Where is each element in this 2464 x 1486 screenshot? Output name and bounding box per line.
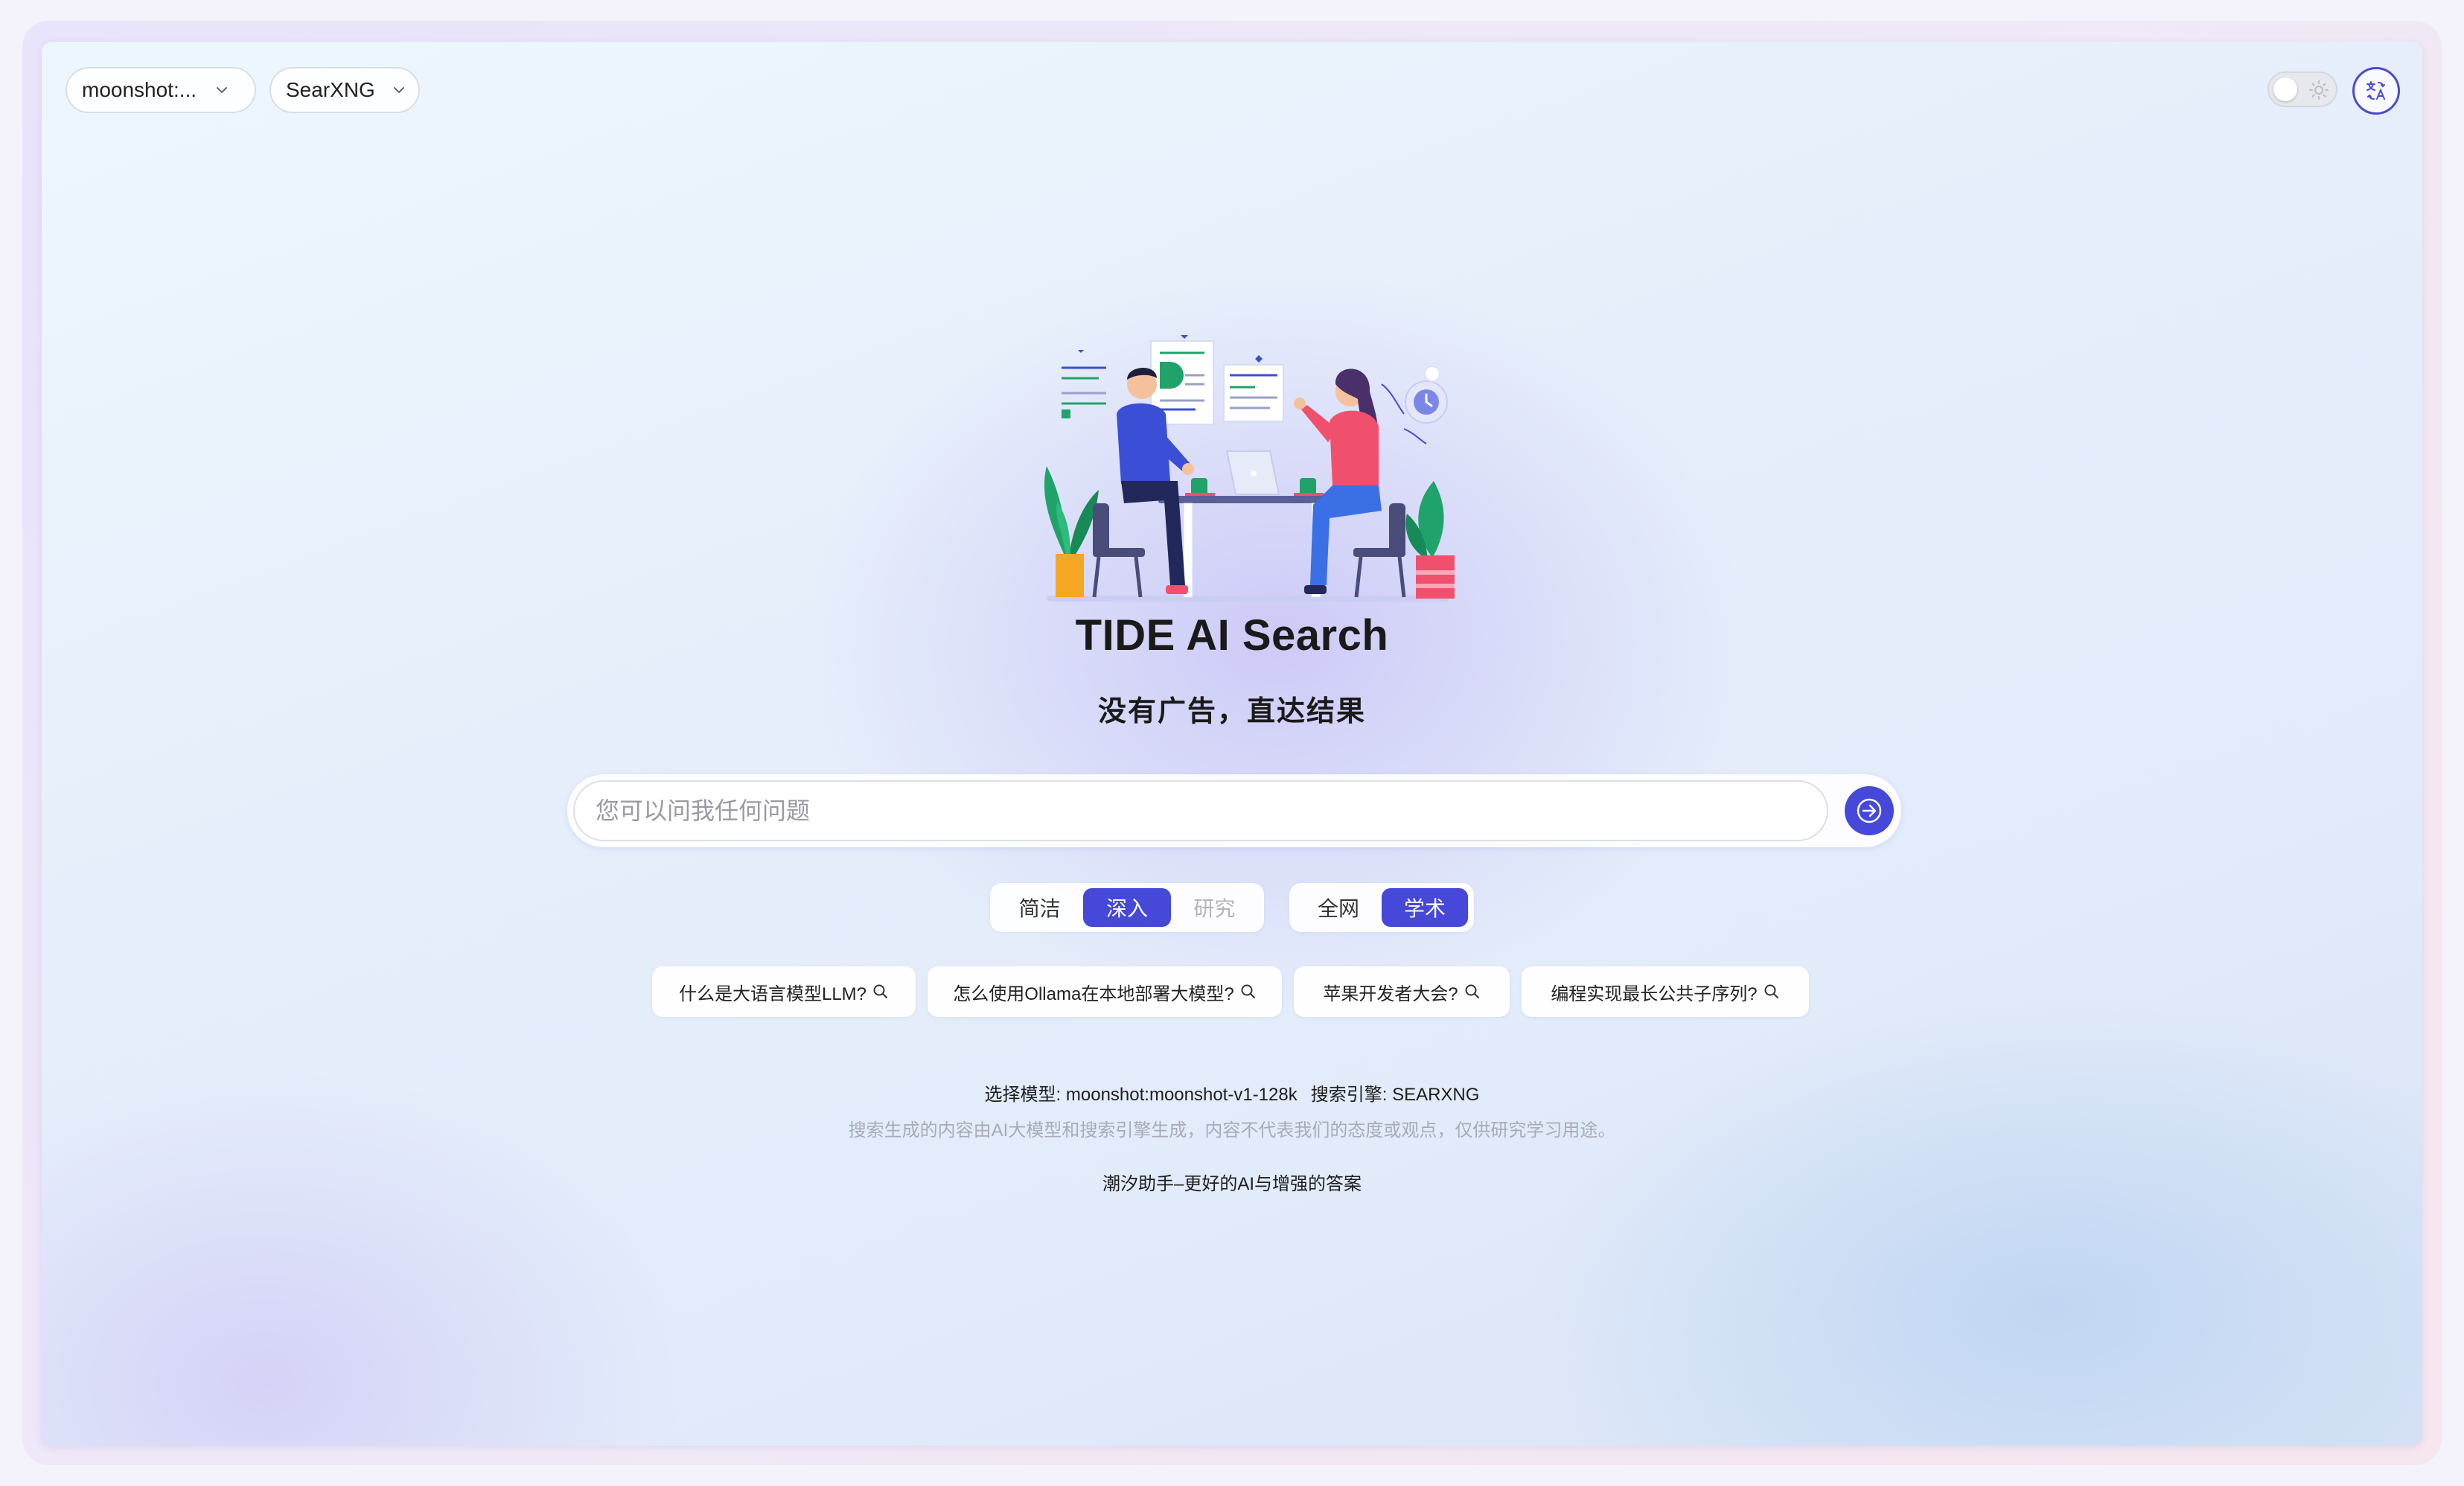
chevron-down-icon [392, 81, 406, 99]
search-icon [1465, 984, 1479, 998]
model-info: 选择模型: moonshot:moonshot-v1-128k [984, 1085, 1298, 1105]
suggestion-text: 苹果开发者大会? [1323, 983, 1458, 1004]
suggestion-chip[interactable]: 苹果开发者大会? [1294, 966, 1510, 1017]
theme-toggle[interactable] [2267, 71, 2337, 107]
model-select-value: moonshot:... [82, 78, 197, 101]
clock-icon [1381, 366, 1448, 444]
mode-option-concise[interactable]: 简洁 [996, 888, 1083, 927]
chair-right [1353, 503, 1406, 598]
scope-option-academic[interactable]: 学术 [1382, 888, 1468, 927]
toggle-knob [2273, 77, 2297, 101]
plant-left [1044, 466, 1099, 597]
arrow-right-icon [1857, 798, 1882, 823]
app-window: moonshot:... SearXNG TIDE AI Search 没有广告… [42, 42, 2422, 1446]
engine-select-value: SearXNG [286, 78, 375, 101]
suggestion-text: 编程实现最长公共子序列? [1551, 983, 1758, 1004]
search-input[interactable] [573, 780, 1828, 841]
page-subtitle: 没有广告，直达结果 [1097, 696, 1366, 727]
suggestion-text: 怎么使用Ollama在本地部署大模型? [953, 983, 1234, 1004]
plant-right [1405, 481, 1455, 599]
slogan-text: 潮汐助手–更好的AI与增强的答案 [1102, 1174, 1362, 1194]
search-icon [1764, 984, 1778, 998]
suggestion-chip[interactable]: 怎么使用Ollama在本地部署大模型? [928, 966, 1282, 1017]
model-select[interactable]: moonshot:... [66, 67, 256, 113]
document-right-icon [1223, 355, 1284, 422]
search-engine-select[interactable]: SearXNG [269, 67, 420, 113]
suggestion-chip[interactable]: 什么是大语言模型LLM? [652, 966, 916, 1017]
page-title: TIDE AI Search [1075, 611, 1389, 660]
answer-mode-switch: 简洁 深入 研究 [990, 883, 1264, 932]
disclaimer-text: 搜索生成的内容由AI大模型和搜索引擎生成，内容不代表我们的态度或观点，仅供研究学… [848, 1120, 1616, 1141]
search-bar [567, 774, 1901, 847]
search-icon [1241, 984, 1255, 998]
suggestion-text: 什么是大语言模型LLM? [678, 983, 867, 1004]
suggestion-chip[interactable]: 编程实现最长公共子序列? [1522, 966, 1809, 1017]
sun-icon [2309, 80, 2329, 100]
search-icon [873, 984, 888, 998]
chevron-down-icon [213, 81, 231, 99]
document-left-icon [1062, 350, 1106, 418]
translate-icon [2366, 81, 2385, 100]
mode-option-deep[interactable]: 深入 [1083, 888, 1171, 927]
engine-info: 搜索引擎: SEARXNG [1310, 1085, 1480, 1105]
search-scope-switch: 全网 学术 [1289, 883, 1474, 932]
selection-info: 选择模型: moonshot:moonshot-v1-128k 搜索引擎: SEA… [42, 1080, 2422, 1106]
scope-option-web[interactable]: 全网 [1295, 888, 1382, 927]
hero-illustration [1044, 335, 1455, 602]
language-button[interactable] [2352, 67, 2400, 115]
chair-left [1092, 503, 1145, 598]
submit-search-button[interactable] [1845, 786, 1894, 835]
mode-option-research: 研究 [1193, 897, 1236, 920]
